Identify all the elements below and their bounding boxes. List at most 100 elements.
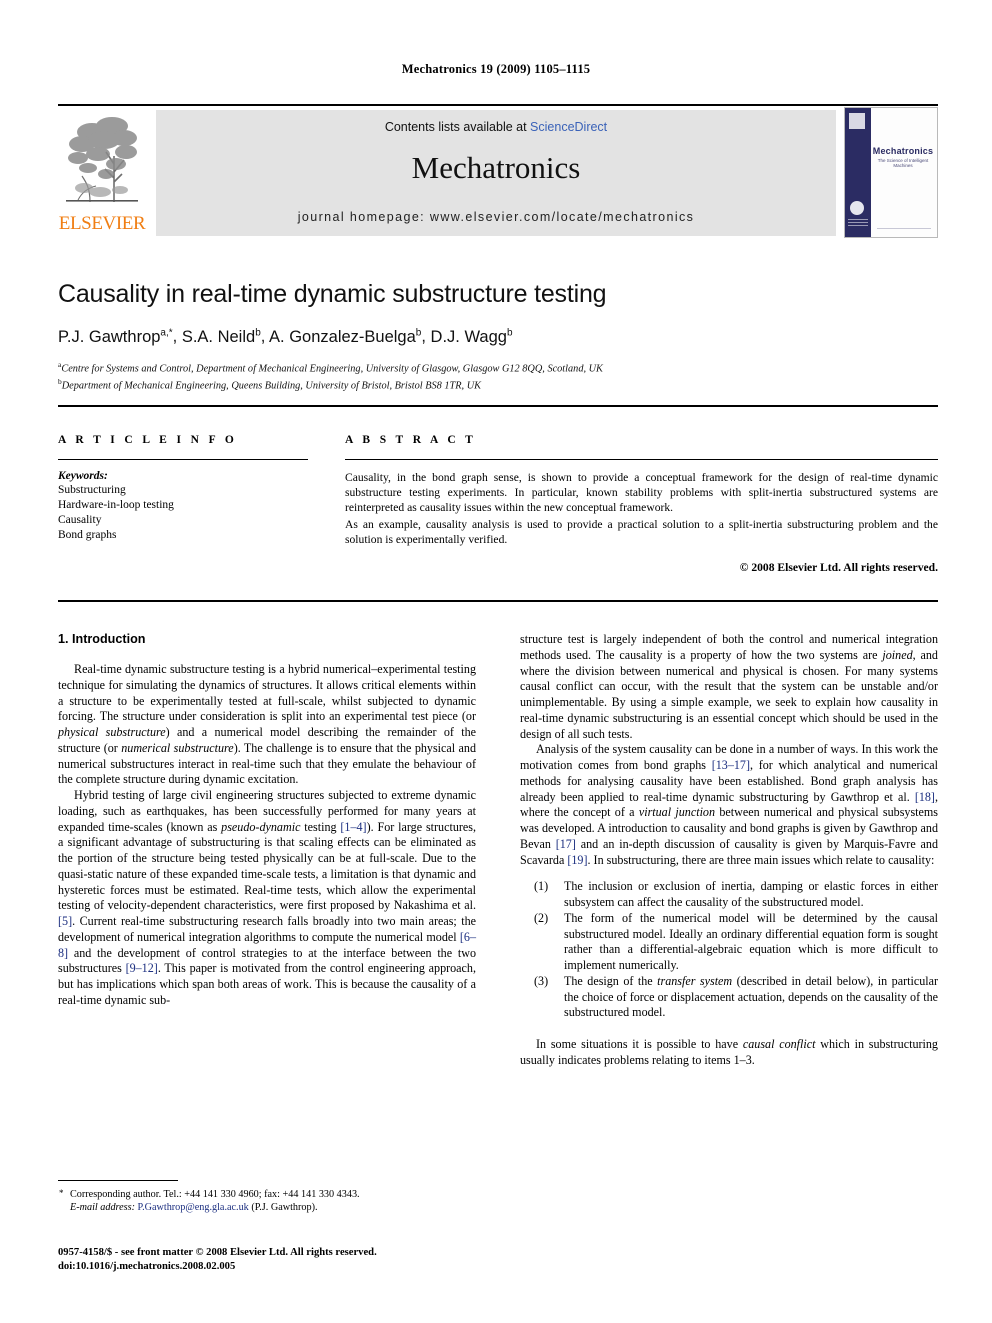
citation-link[interactable]: [19] <box>567 853 587 867</box>
author-name: A. Gonzalez-Buelga <box>269 327 416 346</box>
article-info-rule <box>58 459 308 460</box>
cover-navy-strip <box>845 108 871 237</box>
cover-ifac-logo-icon <box>850 201 864 215</box>
list-marker: (2) <box>534 910 549 925</box>
paragraph-right-1: structure test is largely independent of… <box>520 632 938 742</box>
list-marker: (1) <box>534 879 549 894</box>
running-head: Mechatronics 19 (2009) 1105–1115 <box>401 62 591 76</box>
text-run: The inclusion or exclusion of inertia, d… <box>564 879 938 909</box>
footnote-rule <box>58 1180 178 1181</box>
text-run-italic: transfer system <box>657 973 733 988</box>
abstract-rule <box>345 459 938 460</box>
author-sup: b <box>506 327 513 338</box>
text-run: The form of the numerical model will be … <box>564 910 938 972</box>
paragraph-intro-1: Real-time dynamic substructure testing i… <box>58 662 476 788</box>
text-run: Real-time dynamic substructure testing i… <box>58 662 476 724</box>
email-link[interactable]: P.Gawthrop@eng.gla.ac.uk <box>138 1202 249 1213</box>
doi-line: doi:10.1016/j.mechatronics.2008.02.005 <box>58 1260 236 1272</box>
abstract-heading: A B S T R A C T <box>345 434 477 446</box>
author-sup: a,* <box>160 327 173 338</box>
contents-available-line: Contents lists available at ScienceDirec… <box>156 120 836 134</box>
author-1: S.A. Neildb <box>181 327 261 346</box>
sciencedirect-link[interactable]: ScienceDirect <box>530 120 607 134</box>
cover-publisher-mark-icon <box>849 113 865 129</box>
elsevier-tree-icon <box>66 117 138 203</box>
text-run: The design of the <box>564 973 658 988</box>
abstract-paragraph: Causality, in the bond graph sense, is s… <box>345 471 938 515</box>
text-run: Corresponding author. Tel.: +44 141 330 … <box>70 1189 360 1200</box>
paragraph-right-3: In some situations it is possible to hav… <box>520 1037 938 1069</box>
list-marker: (3) <box>534 973 549 988</box>
corresponding-author-note: * Corresponding author. Tel.: +44 141 330… <box>58 1188 476 1201</box>
cover-face: Mechatronics The Science of Intelligent … <box>871 108 937 237</box>
body-column-right: structure test is largely independent of… <box>520 632 938 1069</box>
body-top-rule <box>58 600 938 602</box>
author-0: P.J. Gawthropa,* <box>58 327 173 346</box>
list-item: (3) The design of the transfer system (de… <box>520 974 938 1021</box>
issn-line: 0957-4158/$ - see front matter © 2008 El… <box>58 1247 377 1258</box>
abstract-paragraph: As an example, causality analysis is use… <box>345 517 938 546</box>
author-name: S.A. Neild <box>181 327 256 346</box>
author-name: D.J. Wagg <box>430 327 507 346</box>
affiliation-1: bDepartment of Mechanical Engineering, Q… <box>58 375 938 393</box>
contents-prefix: Contents lists available at <box>384 120 531 134</box>
text-run: structure test is largely independent of… <box>520 632 938 662</box>
affiliation-text: Centre for Systems and Control, Departme… <box>61 362 603 374</box>
elsevier-wordmark: ELSEVIER <box>58 213 146 234</box>
keywords-heading: Keywords: <box>58 470 108 482</box>
citation-link[interactable]: [17] <box>556 837 576 851</box>
text-run-italic: virtual junction <box>638 805 716 820</box>
keyword-item: Bond graphs <box>58 529 117 541</box>
cover-strip-lines <box>848 219 868 231</box>
section-heading-introduction: 1. Introduction <box>58 632 146 646</box>
list-item: (2) The form of the numerical model will … <box>520 911 938 974</box>
keyword-item: Hardware-in-loop testing <box>58 499 174 511</box>
text-run: . Current real-time substructuring resea… <box>58 914 476 944</box>
keyword-item: Substructuring <box>58 484 126 496</box>
footnote-block: * Corresponding author. Tel.: +44 141 330… <box>58 1180 476 1214</box>
issn-footer: 0957-4158/$ - see front matter © 2008 El… <box>58 1246 558 1273</box>
author-2: A. Gonzalez-Buelgab <box>269 327 422 346</box>
affiliation-text: Department of Mechanical Engineering, Qu… <box>61 380 482 392</box>
info-top-rule <box>58 405 938 407</box>
journal-cover-thumbnail: Mechatronics The Science of Intelligent … <box>844 107 938 238</box>
author-sup: b <box>255 327 261 338</box>
citation-link[interactable]: [9–12] <box>126 961 158 975</box>
citation-link[interactable]: [13–17] <box>712 758 750 772</box>
masthead-band: Contents lists available at ScienceDirec… <box>156 110 836 236</box>
paper-page: Mechatronics 19 (2009) 1105–1115 ELSEVIE… <box>0 0 992 1323</box>
author-name: P.J. Gawthrop <box>58 327 161 346</box>
keyword-item: Causality <box>58 514 102 526</box>
cover-subtitle: The Science of Intelligent Machines <box>877 158 929 168</box>
title-block: Causality in real-time dynamic substruct… <box>58 280 938 393</box>
elsevier-logo: ELSEVIER <box>58 110 146 236</box>
cover-title: Mechatronics <box>872 146 934 156</box>
journal-masthead: ELSEVIER Contents lists available at Sci… <box>58 104 938 238</box>
masthead-top-rule <box>58 104 938 106</box>
article-info-section: A R T I C L E I N F O Keywords: Substruc… <box>58 434 308 543</box>
author-sup: b <box>415 327 422 338</box>
journal-homepage-line[interactable]: journal homepage: www.elsevier.com/locat… <box>156 210 836 224</box>
text-run-italic: pseudo-dynamic <box>221 819 301 834</box>
text-run: In some situations it is possible to hav… <box>536 1037 743 1051</box>
copyright-line: © 2008 Elsevier Ltd. All rights reserved… <box>739 561 938 575</box>
paragraph-right-2: Analysis of the system causality can be … <box>520 742 938 868</box>
asterisk-icon: * <box>59 1188 64 1198</box>
text-run-italic: physical substructure <box>58 725 166 739</box>
cover-footer-rule <box>877 228 931 229</box>
text-run-italic: causal conflict <box>742 1037 816 1051</box>
citation-link[interactable]: [5] <box>58 914 72 928</box>
article-info-heading: A R T I C L E I N F O <box>58 434 238 446</box>
email-label: E-mail address: <box>70 1202 135 1214</box>
list-item: (1) The inclusion or exclusion of inertia… <box>520 879 938 911</box>
paragraph-intro-2: Hybrid testing of large civil engineerin… <box>58 788 476 1009</box>
page-title: Causality in real-time dynamic substruct… <box>58 280 607 308</box>
text-run: testing <box>300 819 341 834</box>
email-note: E-mail address: P.Gawthrop@eng.gla.ac.uk… <box>58 1201 476 1214</box>
text-run: . In substructuring, there are three mai… <box>587 852 935 867</box>
citation-link[interactable]: [18] <box>915 790 935 804</box>
citation-link[interactable]: [1–4] <box>340 820 366 834</box>
text-run-italic: joined <box>882 647 913 662</box>
journal-title: Mechatronics <box>411 150 581 185</box>
abstract-section: A B S T R A C T Causality, in the bond g… <box>345 434 938 574</box>
